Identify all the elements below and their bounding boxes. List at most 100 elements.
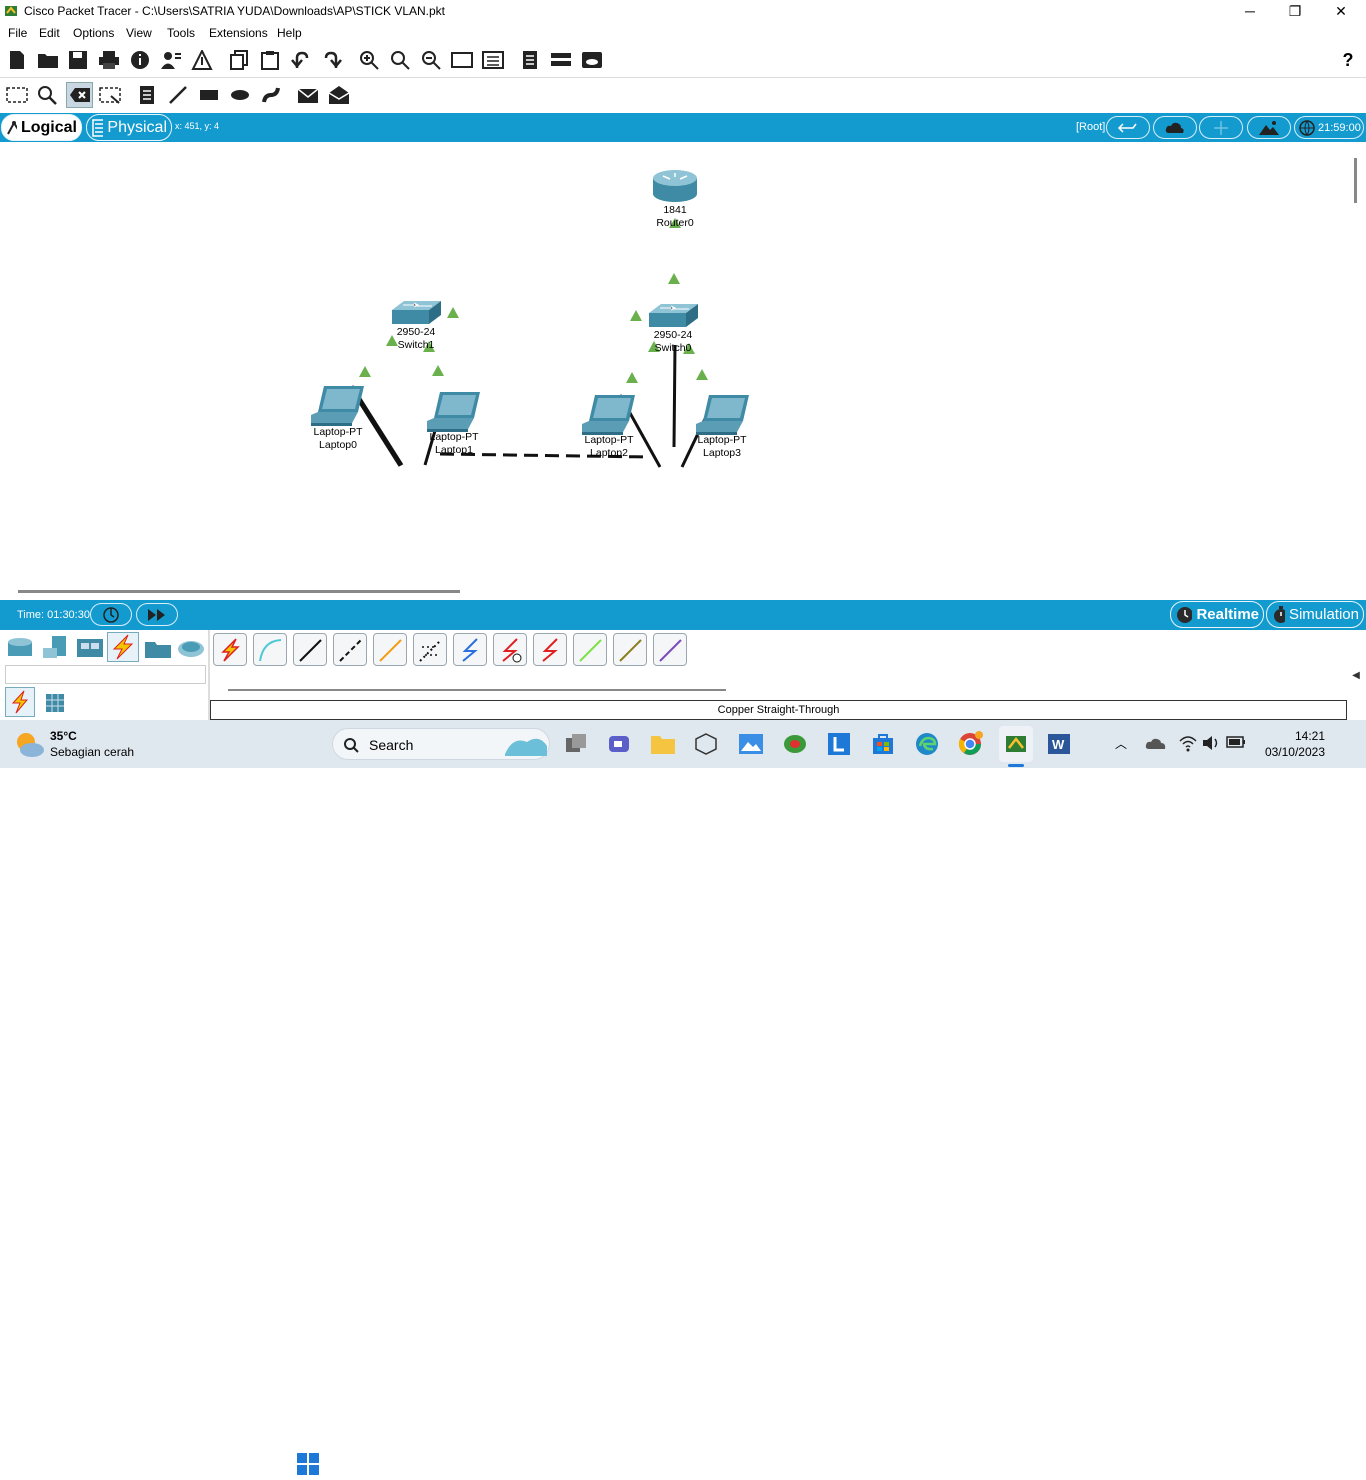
close-button[interactable]: ✕ — [1318, 0, 1364, 23]
switch1-label[interactable]: 2950-24 Switch1 — [386, 326, 446, 352]
connections-category-icon[interactable] — [107, 632, 139, 662]
realtime-tab[interactable]: Realtime — [1170, 601, 1264, 628]
device-template-icon[interactable] — [549, 48, 573, 72]
cable-fiber-icon[interactable] — [373, 633, 407, 666]
store-icon[interactable] — [867, 728, 899, 760]
resize-shape-icon[interactable] — [98, 83, 122, 107]
meet-icon[interactable] — [603, 728, 635, 760]
activity-wizard-icon[interactable] — [190, 48, 214, 72]
file-explorer-icon[interactable] — [647, 728, 679, 760]
edge-icon[interactable] — [911, 728, 943, 760]
horizontal-scrollbar[interactable] — [18, 590, 460, 593]
draw-rectangle-icon[interactable] — [197, 83, 221, 107]
switch0-label[interactable]: 2950-24 Switch0 — [643, 329, 703, 355]
add-complex-pdu-icon[interactable] — [327, 83, 351, 107]
zoom-reset-icon[interactable] — [388, 48, 412, 72]
word-icon[interactable]: W — [1043, 728, 1075, 760]
draw-ellipse-icon[interactable] — [228, 83, 252, 107]
cable-serial-dte-icon[interactable] — [533, 633, 567, 666]
cable-octal-icon[interactable] — [573, 633, 607, 666]
maximize-button[interactable]: ❐ — [1272, 0, 1318, 23]
battery-icon[interactable] — [1226, 736, 1246, 751]
weather-temp[interactable]: 35°C — [50, 729, 77, 743]
virtualbox-icon[interactable] — [690, 728, 722, 760]
select-icon[interactable] — [5, 83, 29, 107]
cable-list-scrollbar[interactable] — [228, 689, 726, 691]
network-devices-icon[interactable] — [5, 634, 35, 662]
new-cluster-button[interactable] — [1153, 116, 1197, 139]
show-hidden-icons[interactable]: ︿ — [1115, 735, 1127, 752]
cable-iot-icon[interactable] — [613, 633, 647, 666]
copy-icon[interactable] — [227, 48, 251, 72]
packet-tracer-taskbar-icon[interactable] — [999, 726, 1033, 762]
navigation-button[interactable] — [1106, 116, 1150, 139]
paste-icon[interactable] — [258, 48, 282, 72]
collapse-panel-icon[interactable]: ◀ — [1346, 630, 1366, 720]
viewport-clock[interactable]: 21:59:00 — [1294, 116, 1364, 139]
chrome-icon[interactable] — [955, 728, 987, 760]
zoom-in-icon[interactable] — [357, 48, 381, 72]
laptop2-label[interactable]: Laptop-PT Laptop2 — [574, 434, 644, 460]
laptop1-label[interactable]: Laptop-PT Laptop1 — [419, 431, 489, 457]
power-cycle-button[interactable] — [90, 603, 132, 626]
menu-help[interactable]: Help — [277, 26, 302, 40]
notes-icon[interactable] — [518, 48, 542, 72]
cable-coaxial-icon[interactable] — [453, 633, 487, 666]
grid-icon[interactable] — [45, 693, 65, 713]
set-background-button[interactable] — [1247, 116, 1291, 139]
volume-icon[interactable] — [1202, 735, 1220, 754]
task-view-icon[interactable] — [560, 728, 592, 760]
menu-extensions[interactable]: Extensions — [209, 26, 268, 40]
menu-edit[interactable]: Edit — [39, 26, 60, 40]
open-folder-icon[interactable] — [36, 48, 60, 72]
drawing-palette-icon[interactable] — [450, 48, 474, 72]
logical-tab[interactable]: Logical — [1, 114, 82, 141]
logical-workspace[interactable]: 1841 Router0 2950-24 Switch1 2950-24 Swi… — [0, 142, 1366, 600]
fast-forward-button[interactable] — [136, 603, 178, 626]
save-icon[interactable] — [66, 48, 90, 72]
laptop0-label[interactable]: Laptop-PT Laptop0 — [303, 426, 373, 452]
inspect-icon[interactable] — [35, 83, 59, 107]
cable-copper-straight-icon[interactable] — [293, 633, 327, 666]
redo-icon[interactable] — [320, 48, 344, 72]
menu-options[interactable]: Options — [73, 26, 114, 40]
connections-subcategory-icon[interactable] — [5, 687, 35, 717]
menu-tools[interactable]: Tools — [167, 26, 195, 40]
minimize-button[interactable]: ─ — [1227, 0, 1273, 23]
cable-serial-dce-icon[interactable] — [493, 633, 527, 666]
wifi-icon[interactable] — [1178, 734, 1198, 755]
vertical-scrollbar[interactable] — [1354, 158, 1357, 203]
add-simple-pdu-icon[interactable] — [296, 83, 320, 107]
help-icon[interactable]: ? — [1336, 48, 1360, 72]
cable-automatic-icon[interactable] — [213, 633, 247, 666]
physical-tab[interactable]: Physical — [86, 114, 172, 141]
print-icon[interactable] — [97, 48, 121, 72]
weather-desc[interactable]: Sebagian cerah — [50, 745, 134, 759]
info-icon[interactable] — [128, 48, 152, 72]
start-icon[interactable] — [292, 1448, 324, 1480]
onedrive-icon[interactable] — [1145, 736, 1167, 753]
network-info-icon[interactable] — [159, 48, 183, 72]
zoom-out-icon[interactable] — [419, 48, 443, 72]
photos-icon[interactable] — [735, 728, 767, 760]
custom-device-icon[interactable] — [481, 48, 505, 72]
subcategory-search[interactable] — [5, 665, 206, 684]
move-object-button[interactable] — [1199, 116, 1243, 139]
draw-line-icon[interactable] — [166, 83, 190, 107]
weather-icon[interactable] — [12, 728, 46, 760]
clock-date-taskbar[interactable]: 03/10/2023 — [1255, 745, 1325, 759]
router0-label[interactable]: 1841 Router0 — [645, 204, 705, 230]
menu-file[interactable]: File — [8, 26, 27, 40]
laptop3-label[interactable]: Laptop-PT Laptop3 — [687, 434, 757, 460]
freeform-icon[interactable] — [259, 83, 283, 107]
cable-console-icon[interactable] — [253, 633, 287, 666]
place-note-icon[interactable] — [135, 83, 159, 107]
cluster-icon[interactable] — [580, 48, 604, 72]
delete-icon[interactable] — [66, 82, 93, 108]
search-box[interactable]: Search — [332, 728, 550, 760]
app-icon-green[interactable] — [779, 728, 811, 760]
cable-copper-cross-icon[interactable] — [333, 633, 367, 666]
components-icon[interactable] — [75, 634, 105, 662]
multiuser-cloud-icon[interactable] — [176, 634, 206, 662]
simulation-tab[interactable]: Simulation — [1266, 601, 1364, 628]
